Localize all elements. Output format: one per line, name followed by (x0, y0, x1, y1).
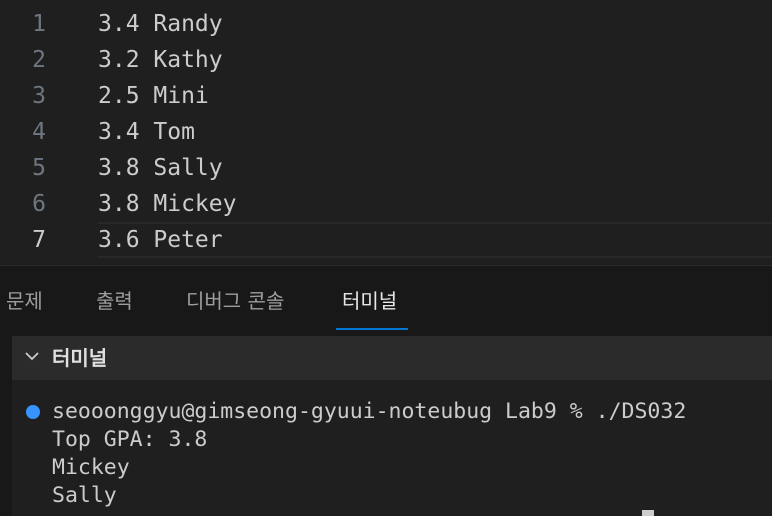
terminal-view[interactable]: 터미널 seooonggyu@gimseong-gyuui-noteubug L… (12, 336, 772, 516)
terminal-prompt-line: seooonggyu@gimseong-gyuui-noteubug Lab9 … (52, 399, 687, 424)
active-tab-indicator (336, 328, 408, 330)
line-number: 6 (32, 191, 46, 217)
tab-debug-console[interactable]: 디버그 콘솔 (186, 287, 284, 315)
terminal-cursor (642, 510, 654, 516)
code-editor[interactable]: 1 3.4 Randy 2 3.2 Kathy 3 2.5 Mini 4 3.4… (0, 0, 772, 265)
terminal-section-header[interactable]: 터미널 (12, 336, 772, 380)
line-text[interactable]: 2.5 Mini (98, 78, 209, 114)
line-number: 2 (32, 47, 46, 73)
code-line-5[interactable]: 5 3.8 Sally (0, 150, 772, 186)
tab-problems[interactable]: 문제 (6, 287, 43, 315)
code-line-3[interactable]: 3 2.5 Mini (0, 78, 772, 114)
command-status-dot-icon[interactable] (26, 405, 40, 419)
line-text[interactable]: 3.8 Mickey (98, 186, 236, 222)
line-text[interactable]: 3.8 Sally (98, 150, 223, 186)
line-text[interactable]: 3.4 Randy (98, 6, 223, 42)
line-number: 7 (32, 227, 46, 253)
code-line-4[interactable]: 4 3.4 Tom (0, 114, 772, 150)
terminal-panel: 터미널 seooonggyu@gimseong-gyuui-noteubug L… (0, 336, 772, 516)
panel-tab-bar: 문제 출력 디버그 콘솔 터미널 (0, 266, 772, 336)
terminal-output-line: Sally (52, 483, 117, 508)
vscode-window: 1 3.4 Randy 2 3.2 Kathy 3 2.5 Mini 4 3.4… (0, 0, 772, 516)
code-line-6[interactable]: 6 3.8 Mickey (0, 186, 772, 222)
code-line-1[interactable]: 1 3.4 Randy (0, 6, 772, 42)
line-text[interactable]: 3.4 Tom (98, 114, 195, 150)
terminal-output-line: Mickey (52, 455, 130, 480)
line-text[interactable]: 3.6 Peter (98, 222, 223, 258)
chevron-down-icon[interactable] (24, 348, 40, 364)
line-number: 5 (32, 155, 46, 181)
terminal-output-line: Top GPA: 3.8 (52, 427, 208, 452)
line-number: 1 (32, 11, 46, 37)
tab-terminal[interactable]: 터미널 (342, 287, 397, 315)
line-number: 4 (32, 119, 46, 145)
code-line-2[interactable]: 2 3.2 Kathy (0, 42, 772, 78)
terminal-section-title: 터미널 (52, 346, 108, 370)
tab-output[interactable]: 출력 (96, 287, 133, 315)
line-number: 3 (32, 83, 46, 109)
line-text[interactable]: 3.2 Kathy (98, 42, 223, 78)
code-line-7[interactable]: 7 3.6 Peter (0, 222, 772, 258)
